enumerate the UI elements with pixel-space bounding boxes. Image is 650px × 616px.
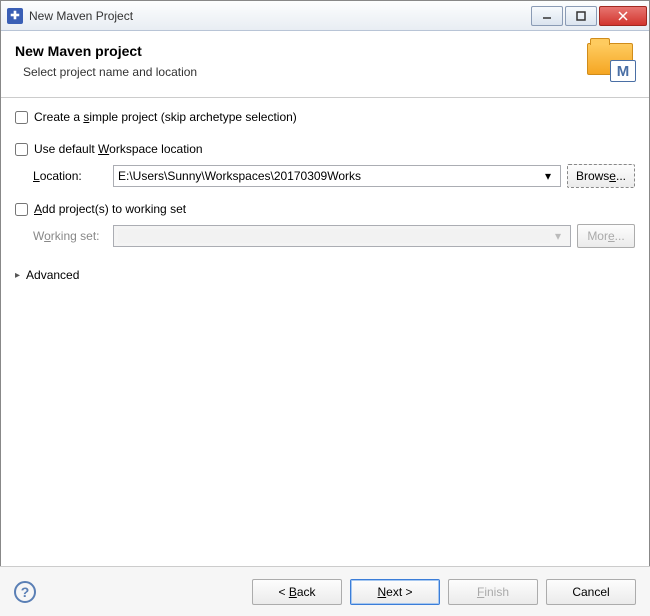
window-title: New Maven Project <box>29 9 529 23</box>
advanced-expander[interactable]: ▸ Advanced <box>15 268 635 282</box>
page-subtitle: Select project name and location <box>15 65 587 79</box>
simple-project-checkbox[interactable] <box>15 111 28 124</box>
minimize-button[interactable] <box>531 6 563 26</box>
simple-project-label: Create a simple project (skip archetype … <box>34 110 297 124</box>
chevron-down-icon: ▾ <box>550 229 566 243</box>
wizard-footer: ? < Back Next > Finish Cancel <box>0 566 650 616</box>
cancel-button[interactable]: Cancel <box>546 579 636 605</box>
maximize-button[interactable] <box>565 6 597 26</box>
maven-folder-icon: M <box>587 43 635 85</box>
wizard-content: Create a simple project (skip archetype … <box>1 98 649 294</box>
workingset-label: Working set: <box>33 229 107 243</box>
page-title: New Maven project <box>15 43 587 59</box>
finish-button: Finish <box>448 579 538 605</box>
default-workspace-row: Use default Workspace location <box>15 142 635 156</box>
location-combo[interactable]: ▾ <box>113 165 561 187</box>
default-workspace-checkbox[interactable] <box>15 143 28 156</box>
advanced-label: Advanced <box>26 268 79 282</box>
back-button[interactable]: < Back <box>252 579 342 605</box>
triangle-right-icon: ▸ <box>15 270 20 281</box>
close-button[interactable] <box>599 6 647 26</box>
default-workspace-label: Use default Workspace location <box>34 142 203 156</box>
window-controls <box>529 6 647 26</box>
workingset-row: Working set: ▾ More... <box>33 224 635 248</box>
simple-project-row: Create a simple project (skip archetype … <box>15 110 635 124</box>
add-workingset-checkbox[interactable] <box>15 203 28 216</box>
more-button: More... <box>577 224 635 248</box>
add-workingset-label: Add project(s) to working set <box>34 202 186 216</box>
workingset-input <box>118 229 550 243</box>
workingset-combo: ▾ <box>113 225 571 247</box>
wizard-header: New Maven project Select project name an… <box>1 31 649 98</box>
titlebar: ✚ New Maven Project <box>1 1 649 31</box>
help-icon[interactable]: ? <box>14 581 36 603</box>
app-icon: ✚ <box>7 8 23 24</box>
browse-button[interactable]: Browse... <box>567 164 635 188</box>
next-button[interactable]: Next > <box>350 579 440 605</box>
location-input[interactable] <box>118 169 540 183</box>
add-workingset-row: Add project(s) to working set <box>15 202 635 216</box>
chevron-down-icon[interactable]: ▾ <box>540 169 556 183</box>
location-label: Location: <box>33 169 107 183</box>
location-row: Location: ▾ Browse... <box>33 164 635 188</box>
